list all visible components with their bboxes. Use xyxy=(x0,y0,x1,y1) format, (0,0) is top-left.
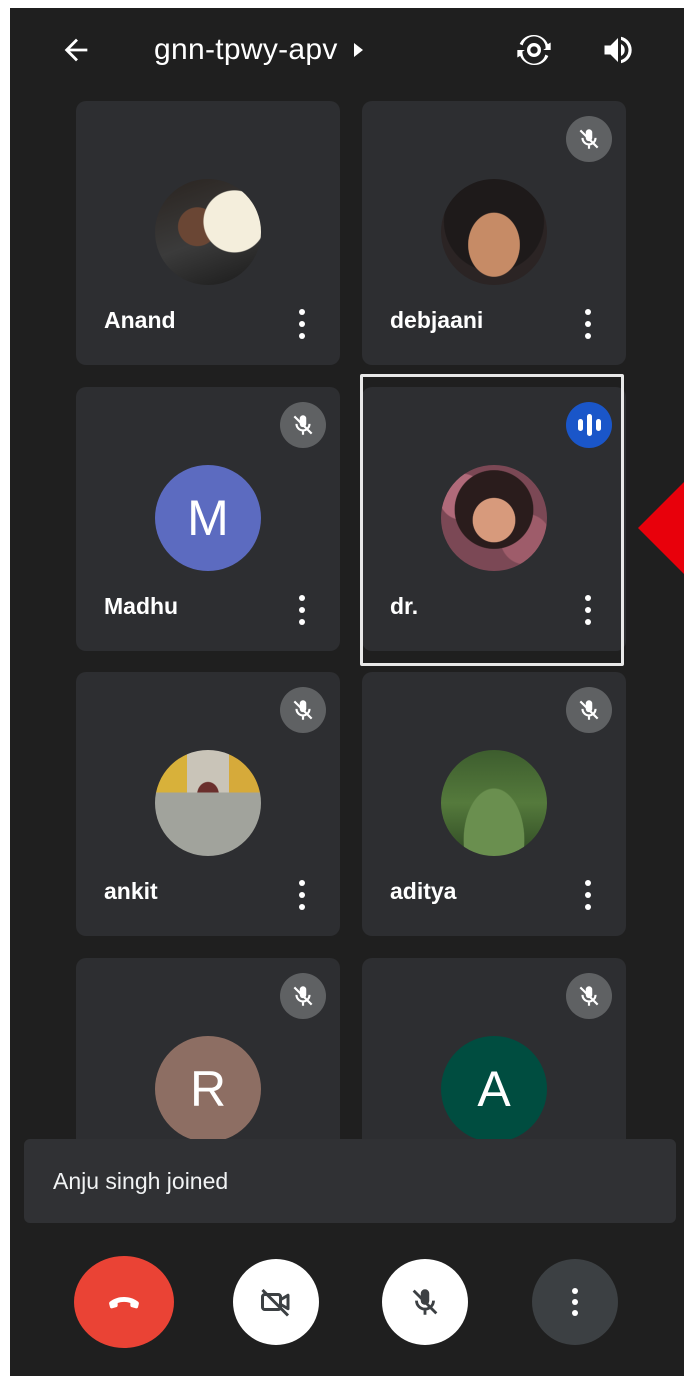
meet-screen: gnn-tpwy-apv Anand debjaani M Madhu dr. … xyxy=(10,8,684,1376)
more-dot xyxy=(299,607,305,613)
mic-off-icon xyxy=(412,1289,438,1315)
more-dot xyxy=(299,880,305,886)
participant-name: ankit xyxy=(104,878,158,904)
active-speaker-frame xyxy=(360,374,624,666)
join-notification-text: Anju singh joined xyxy=(53,1167,229,1194)
mic-off-icon xyxy=(293,415,313,435)
mic-off-badge xyxy=(280,687,326,733)
caret-right-icon xyxy=(353,43,363,57)
mic-off-icon xyxy=(293,986,313,1006)
mic-off-badge xyxy=(280,402,326,448)
more-options-icon xyxy=(572,1310,578,1316)
annotation-pointer xyxy=(638,476,684,580)
participant-name: debjaani xyxy=(390,307,484,333)
mic-off-icon xyxy=(579,700,599,720)
more-dot xyxy=(299,333,305,339)
more-dot xyxy=(299,321,305,327)
participant-name: Madhu xyxy=(104,593,179,619)
more-dot xyxy=(299,309,305,315)
join-notification: Anju singh joined xyxy=(24,1139,676,1223)
more-dot xyxy=(299,595,305,601)
meeting-code-button[interactable]: gnn-tpwy-apv xyxy=(154,30,363,70)
avatar-initial: M xyxy=(155,465,261,571)
participant-name: aditya xyxy=(390,878,457,904)
more-dot xyxy=(299,904,305,910)
participant-options-button[interactable] xyxy=(290,878,314,912)
avatar-initial: R xyxy=(155,1036,261,1142)
mic-off-icon xyxy=(579,986,599,1006)
participant-tile-aditya[interactable]: aditya xyxy=(362,672,626,936)
camera-off-icon xyxy=(261,1288,290,1317)
more-options-button[interactable] xyxy=(532,1259,618,1345)
switch-camera-button[interactable] xyxy=(510,26,558,74)
participant-name: Anand xyxy=(104,307,176,333)
avatar-initial: A xyxy=(441,1036,547,1142)
back-button[interactable] xyxy=(54,28,98,72)
avatar xyxy=(441,179,547,285)
mic-off-badge xyxy=(566,116,612,162)
more-dot xyxy=(585,309,591,315)
speaker-icon xyxy=(604,36,632,64)
end-call-button[interactable] xyxy=(74,1256,174,1348)
more-dot xyxy=(585,333,591,339)
mic-off-badge xyxy=(280,973,326,1019)
mic-off-icon xyxy=(579,129,599,149)
more-dot xyxy=(585,880,591,886)
speaker-button[interactable] xyxy=(596,28,640,72)
participant-tile-madhu[interactable]: M Madhu xyxy=(76,387,340,651)
avatar xyxy=(155,179,261,285)
back-arrow-icon xyxy=(64,38,88,62)
avatar xyxy=(155,750,261,856)
more-dot xyxy=(299,892,305,898)
more-dot xyxy=(585,904,591,910)
end-call-icon xyxy=(109,1297,139,1309)
more-options-icon xyxy=(572,1288,578,1294)
more-dot xyxy=(585,321,591,327)
avatar xyxy=(441,750,547,856)
more-dot xyxy=(585,892,591,898)
meeting-code: gnn-tpwy-apv xyxy=(154,33,338,66)
participant-options-button[interactable] xyxy=(290,307,314,341)
mic-off-icon xyxy=(293,700,313,720)
more-options-icon xyxy=(572,1299,578,1305)
mic-toggle-button[interactable] xyxy=(382,1259,468,1345)
participant-options-button[interactable] xyxy=(576,878,600,912)
switch-camera-icon xyxy=(517,34,551,66)
participant-tile-ankit[interactable]: ankit xyxy=(76,672,340,936)
camera-toggle-button[interactable] xyxy=(233,1259,319,1345)
mic-off-badge xyxy=(566,973,612,1019)
participant-options-button[interactable] xyxy=(290,593,314,627)
participant-tile-anand[interactable]: Anand xyxy=(76,101,340,365)
participant-tile-debjaani[interactable]: debjaani xyxy=(362,101,626,365)
mic-off-badge xyxy=(566,687,612,733)
more-dot xyxy=(299,619,305,625)
participant-options-button[interactable] xyxy=(576,307,600,341)
